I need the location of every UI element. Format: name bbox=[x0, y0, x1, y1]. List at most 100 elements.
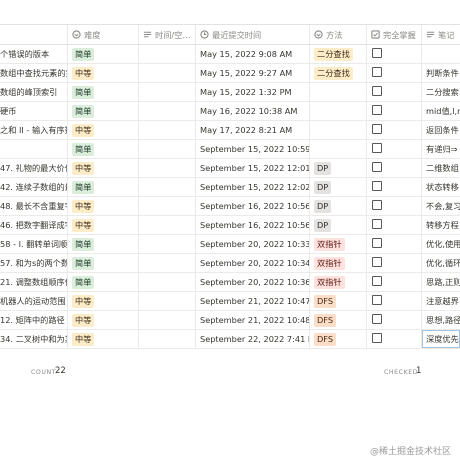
problem-name[interactable]: 47. 礼物的最大价值 bbox=[0, 163, 67, 173]
submitted-time-cell[interactable]: September 22, 2022 7:41 PM bbox=[196, 330, 310, 348]
time-space-cell[interactable] bbox=[139, 330, 196, 348]
time-space-cell[interactable] bbox=[139, 140, 196, 158]
submitted-time-cell[interactable]: September 21, 2022 10:48 AM bbox=[196, 311, 310, 329]
method-cell[interactable]: DP bbox=[310, 197, 367, 215]
mastered-checkbox[interactable] bbox=[372, 124, 382, 134]
submitted-time-cell[interactable]: September 15, 2022 10:59 AM bbox=[196, 140, 310, 158]
difficulty-cell[interactable]: 中等 bbox=[68, 292, 139, 310]
mastered-checkbox[interactable] bbox=[372, 67, 382, 77]
submitted-time-cell[interactable]: September 15, 2022 12:02 PM bbox=[196, 178, 310, 196]
problem-name[interactable]: 机器人的运动范围 bbox=[0, 296, 66, 306]
table-row[interactable]: 数组中查找元素的第 中等 May 15, 2022 9:27 AM 二分查找 判断条件 bbox=[0, 64, 460, 83]
problem-name-cell[interactable]: 48. 最长不含重复字 bbox=[0, 197, 68, 215]
table-row[interactable]: 硬币 简单 May 16, 2022 10:38 AM mid值,l,r bbox=[0, 102, 460, 121]
submitted-time-cell[interactable]: September 16, 2022 10:56 AM bbox=[196, 197, 310, 215]
difficulty-cell[interactable]: 简单 bbox=[68, 83, 139, 101]
time-space-cell[interactable] bbox=[139, 45, 196, 63]
mastered-checkbox[interactable] bbox=[372, 181, 382, 191]
header-method[interactable]: 方法 bbox=[310, 25, 367, 44]
time-space-cell[interactable] bbox=[139, 273, 196, 291]
table-row[interactable]: 机器人的运动范围中等 September 21, 2022 10:47 AM DFS… bbox=[0, 292, 460, 311]
problem-name-cell[interactable]: 46. 把数字翻译成字 bbox=[0, 216, 68, 234]
submitted-time-cell[interactable]: September 20, 2022 10:36 AM bbox=[196, 273, 310, 291]
notes-cell[interactable]: 注意越界 bbox=[422, 292, 460, 310]
time-space-cell[interactable] bbox=[139, 83, 196, 101]
method-cell[interactable] bbox=[310, 140, 367, 158]
problem-name-cell[interactable]: 数组的峰顶索引 bbox=[0, 83, 68, 101]
problem-name-cell[interactable]: 21. 调整数组顺序使 bbox=[0, 273, 68, 291]
difficulty-cell[interactable]: 中等 bbox=[68, 64, 139, 82]
time-space-cell[interactable] bbox=[139, 121, 196, 139]
table-row[interactable]: 12. 矩阵中的路径中等 September 21, 2022 10:48 AM D… bbox=[0, 311, 460, 330]
mastered-checkbox[interactable] bbox=[372, 314, 382, 324]
problem-name-cell[interactable] bbox=[0, 140, 68, 158]
time-space-cell[interactable] bbox=[139, 254, 196, 272]
time-space-cell[interactable] bbox=[139, 292, 196, 310]
notes-cell-selected[interactable]: 深度优先 bbox=[422, 330, 460, 348]
table-row[interactable]: 个错误的版本 简单 May 15, 2022 9:08 AM 二分查找 bbox=[0, 45, 460, 64]
submitted-time-cell[interactable]: May 15, 2022 1:32 PM bbox=[196, 83, 310, 101]
method-cell[interactable]: 双指针 bbox=[310, 254, 367, 272]
notes-cell[interactable]: 优化,使用 bbox=[422, 235, 460, 253]
problem-name-cell[interactable]: 硬币 bbox=[0, 102, 68, 120]
notes-cell[interactable]: 优化,循环 bbox=[422, 254, 460, 272]
mastered-checkbox[interactable] bbox=[372, 200, 382, 210]
mastered-checkbox[interactable] bbox=[372, 48, 382, 58]
problem-name[interactable]: 21. 调整数组顺序使 bbox=[0, 277, 67, 287]
problem-name-cell[interactable]: 57. 和为s的两个数字 bbox=[0, 254, 68, 272]
method-cell[interactable]: DP bbox=[310, 159, 367, 177]
problem-name[interactable]: 12. 矩阵中的路径 bbox=[0, 315, 65, 325]
time-space-cell[interactable] bbox=[139, 178, 196, 196]
problem-name[interactable]: 之和 II - 输入有序数 bbox=[0, 125, 67, 135]
header-difficulty[interactable]: 难度 bbox=[68, 25, 139, 44]
notes-cell[interactable]: mid值,l,r bbox=[422, 102, 460, 120]
difficulty-cell[interactable]: 中等 bbox=[68, 159, 139, 177]
notes-cell[interactable]: 不会,复习 bbox=[422, 197, 460, 215]
mastered-checkbox[interactable] bbox=[372, 333, 382, 343]
problem-name-cell[interactable]: 42. 连续子数组的最 bbox=[0, 178, 68, 196]
table-row[interactable]: 57. 和为s的两个数字简单 September 20, 2022 10:34 A… bbox=[0, 254, 460, 273]
problem-name-cell[interactable]: 12. 矩阵中的路径 bbox=[0, 311, 68, 329]
submitted-time-cell[interactable]: May 15, 2022 9:08 AM bbox=[196, 45, 310, 63]
method-cell[interactable]: DP bbox=[310, 178, 367, 196]
submitted-time-cell[interactable]: September 16, 2022 10:56 AM bbox=[196, 216, 310, 234]
mastered-checkbox[interactable] bbox=[372, 257, 382, 267]
mastered-checkbox[interactable] bbox=[372, 143, 382, 153]
time-space-cell[interactable] bbox=[139, 159, 196, 177]
method-cell[interactable]: DP bbox=[310, 216, 367, 234]
notes-cell[interactable]: 二分搜索 bbox=[422, 83, 460, 101]
table-row[interactable]: 21. 调整数组顺序使简单 September 20, 2022 10:36 AM… bbox=[0, 273, 460, 292]
problem-name[interactable]: 46. 把数字翻译成字 bbox=[0, 220, 67, 230]
problem-name[interactable]: 数组的峰顶索引 bbox=[0, 87, 57, 97]
time-space-cell[interactable] bbox=[139, 216, 196, 234]
table-row[interactable]: 34. 二叉树中和为某 中等 September 22, 2022 7:41 PM D… bbox=[0, 330, 460, 349]
mastered-checkbox[interactable] bbox=[372, 86, 382, 96]
notes-cell[interactable]: 有递归⇒ bbox=[422, 140, 460, 158]
notes-cell[interactable]: 状态转移 bbox=[422, 178, 460, 196]
mastered-checkbox[interactable] bbox=[372, 295, 382, 305]
method-cell[interactable]: 双指针 bbox=[310, 273, 367, 291]
difficulty-cell[interactable]: 中等 bbox=[68, 330, 139, 348]
notes-cell[interactable]: 转移方程 bbox=[422, 216, 460, 234]
method-cell[interactable] bbox=[310, 83, 367, 101]
table-row[interactable]: 48. 最长不含重复字中等 September 16, 2022 10:56 AM… bbox=[0, 197, 460, 216]
time-space-cell[interactable] bbox=[139, 235, 196, 253]
notes-cell[interactable]: 判断条件 bbox=[422, 64, 460, 82]
problem-name[interactable]: 57. 和为s的两个数字 bbox=[0, 258, 67, 268]
difficulty-cell[interactable]: 中等 bbox=[68, 121, 139, 139]
difficulty-cell[interactable]: 简单 bbox=[68, 140, 139, 158]
submitted-time-cell[interactable]: September 15, 2022 12:01 PM bbox=[196, 159, 310, 177]
method-cell[interactable] bbox=[310, 102, 367, 120]
difficulty-cell[interactable]: 简单 bbox=[68, 45, 139, 63]
problem-name[interactable]: 个错误的版本 bbox=[0, 49, 49, 59]
table-row[interactable]: 简单 September 15, 2022 10:59 AM 有递归⇒ bbox=[0, 140, 460, 159]
time-space-cell[interactable] bbox=[139, 64, 196, 82]
notes-cell[interactable]: 思想,路径 bbox=[422, 311, 460, 329]
header-mastered[interactable]: 完全掌握 bbox=[367, 25, 422, 44]
problem-name[interactable]: 硬币 bbox=[0, 106, 16, 116]
difficulty-cell[interactable]: 简单 bbox=[68, 254, 139, 272]
problem-name-cell[interactable]: 47. 礼物的最大价值 bbox=[0, 159, 68, 177]
submitted-time-cell[interactable]: May 15, 2022 9:27 AM bbox=[196, 64, 310, 82]
mastered-checkbox[interactable] bbox=[372, 276, 382, 286]
method-cell[interactable]: 二分查找 bbox=[310, 45, 367, 63]
